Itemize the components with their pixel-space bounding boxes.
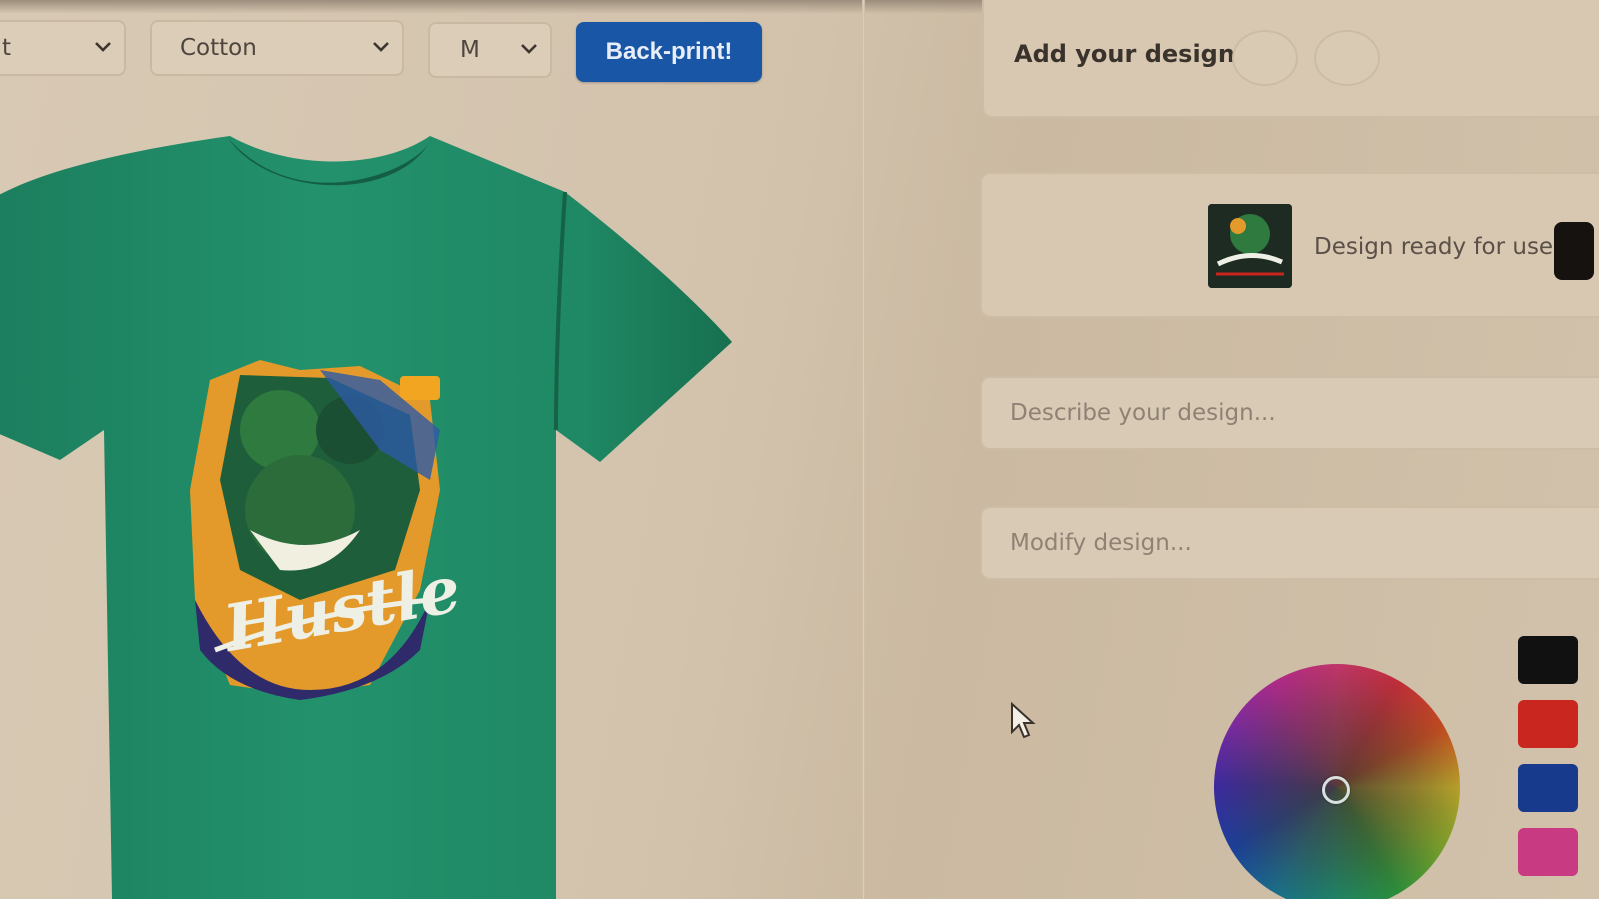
design-option-circle-1[interactable] xyxy=(1232,30,1298,86)
mouse-pointer-icon xyxy=(1011,702,1036,739)
material-value: Cotton xyxy=(180,35,257,61)
color-wheel-selector[interactable] xyxy=(1322,776,1350,804)
product-type-select[interactable]: t xyxy=(0,20,126,76)
describe-design-input[interactable] xyxy=(980,376,1599,450)
swatch-pink[interactable] xyxy=(1518,828,1578,876)
panel-divider xyxy=(862,0,865,899)
app-screen: t Cotton M Back-print! Hustle Add your d… xyxy=(0,0,1599,899)
modify-design-input[interactable] xyxy=(980,506,1599,580)
chevron-down-icon xyxy=(95,42,111,52)
add-design-title: Add your design xyxy=(1014,40,1235,68)
design-ready-card: Design ready for use xyxy=(980,172,1599,318)
swatch-blue[interactable] xyxy=(1518,764,1578,812)
design-option-circle-2[interactable] xyxy=(1314,30,1380,86)
design-ready-text: Design ready for use xyxy=(1314,234,1554,260)
size-select[interactable]: M xyxy=(428,22,552,78)
back-print-button[interactable]: Back-print! xyxy=(576,22,762,82)
swatch-red[interactable] xyxy=(1518,700,1578,748)
tshirt-preview: Hustle xyxy=(0,136,732,899)
swatch-black[interactable] xyxy=(1518,636,1578,684)
use-design-button[interactable] xyxy=(1554,222,1594,280)
add-design-card: Add your design xyxy=(982,0,1599,118)
size-value: M xyxy=(460,37,480,63)
color-wheel-picker[interactable] xyxy=(1214,664,1460,899)
product-type-value: t xyxy=(2,35,12,61)
material-select[interactable]: Cotton xyxy=(150,20,404,76)
chevron-down-icon xyxy=(373,42,389,52)
chevron-down-icon xyxy=(521,44,537,54)
design-thumbnail[interactable] xyxy=(1208,204,1292,288)
